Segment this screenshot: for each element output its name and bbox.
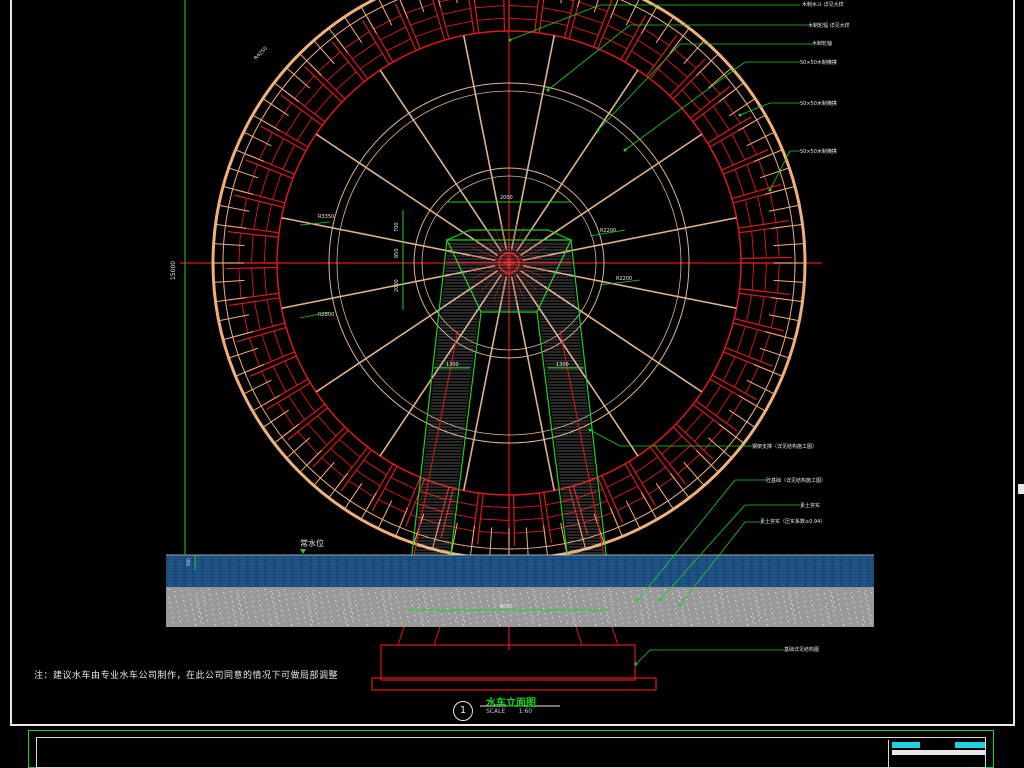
callout-label: 基础详见结构图 (784, 647, 820, 653)
drawing-border (10, 0, 1015, 726)
callout-label: 50×50木制横撑 (800, 149, 837, 155)
title-block-bar (892, 742, 920, 748)
title-block-bar (955, 742, 985, 748)
callout-label: 素土夯实 (800, 503, 821, 509)
callout-label: 素土夯实（压实系数≥0.94） (760, 519, 826, 525)
callout-label: 木制轮轴 (812, 41, 833, 47)
callout-label: 50×50木制横撑 (800, 60, 837, 66)
water-level-label: 常水位 (300, 539, 324, 548)
scroll-handle[interactable] (1018, 484, 1024, 494)
callout-label: 木制水斗 详见大样 (802, 2, 844, 8)
scale-value: 1:60 (518, 708, 533, 715)
callout-label: 砼基础（详见结构施工图） (766, 478, 827, 484)
callout-label: 50×50木制横撑 (800, 101, 837, 107)
title-block-inner (36, 737, 986, 768)
caption-number: 1 (453, 701, 473, 721)
caption-title: 水车立面图 (486, 698, 536, 709)
scale-label: SCALE (486, 708, 506, 715)
callout-label: 钢架支撑（详见结构施工图） (752, 444, 818, 450)
drawing-note: 注：建议水车由专业水车公司制作，在此公司同意的情况下可做局部调整 (34, 671, 339, 681)
caption-scale: SCALE 1:60 (486, 708, 532, 715)
title-block-bar (892, 750, 985, 755)
callout-label: 木制轮辐 详见大样 (808, 23, 850, 29)
